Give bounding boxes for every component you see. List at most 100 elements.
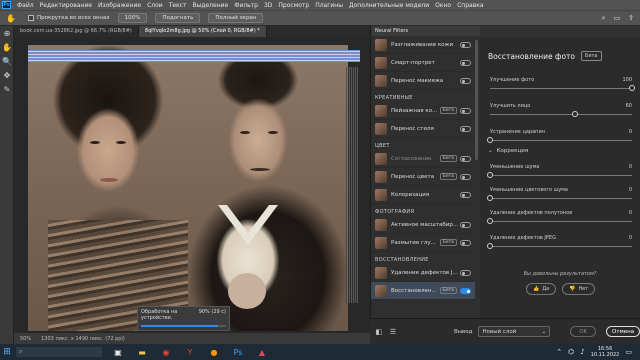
menu-item-8[interactable]: Просмотр bbox=[275, 2, 312, 9]
notifications-icon[interactable]: ▭ bbox=[625, 348, 632, 356]
workspace-icon[interactable]: ▭ bbox=[614, 14, 621, 23]
filter-row[interactable]: Размытие глу... Бета bbox=[371, 234, 475, 252]
slider-track[interactable] bbox=[490, 111, 632, 117]
correction-section[interactable]: ⌄ Коррекция bbox=[488, 148, 528, 154]
explorer-icon[interactable]: ▬ bbox=[134, 344, 150, 360]
share-icon[interactable]: ⇪ bbox=[628, 14, 634, 23]
filter-row[interactable]: Разглаживание кожи bbox=[371, 36, 475, 54]
network-icon[interactable]: ⌬ bbox=[568, 348, 574, 356]
tray-up-icon[interactable]: ⌃ bbox=[556, 348, 562, 356]
filter-row[interactable]: Перенос цвета Бета bbox=[371, 168, 475, 186]
filter-row[interactable]: Восстановлен... Бета bbox=[371, 282, 475, 300]
menu-item-4[interactable]: Текст bbox=[166, 2, 190, 9]
menu-item-12[interactable]: Справка bbox=[454, 2, 486, 9]
filter-toggle[interactable] bbox=[460, 173, 471, 180]
filter-row[interactable]: Удаление дефектов J... bbox=[371, 264, 475, 282]
filter-toggle[interactable] bbox=[460, 287, 471, 294]
filter-row[interactable]: Пейзажная ко... Бета bbox=[371, 102, 475, 120]
slider-handle[interactable] bbox=[487, 137, 493, 143]
slider[interactable]: Удаление дефектов JPEG 0 bbox=[487, 235, 632, 249]
canvas-area[interactable] bbox=[14, 37, 370, 333]
taskbar-search[interactable]: ⌕ bbox=[16, 347, 102, 357]
add-icon[interactable]: ⊕ bbox=[0, 26, 14, 40]
filter-row[interactable]: Активное масштабир... bbox=[371, 216, 475, 234]
menu-item-7[interactable]: 3D bbox=[261, 2, 275, 9]
menu-item-6[interactable]: Фильтр bbox=[231, 2, 261, 9]
filter-row[interactable]: Смарт-портрет bbox=[371, 54, 475, 72]
filter-toggle[interactable] bbox=[460, 77, 471, 84]
windows-start-icon[interactable]: ⊞ bbox=[0, 344, 14, 360]
yandex-icon[interactable]: Y bbox=[182, 344, 198, 360]
menu-item-11[interactable]: Окно bbox=[432, 2, 454, 9]
zoom-icon[interactable]: 🔍 bbox=[0, 54, 14, 68]
filter-toggle[interactable] bbox=[460, 125, 471, 132]
slider[interactable]: Уменьшение цветового шума 0 bbox=[487, 187, 632, 201]
slider-label: Уменьшение цветового шума bbox=[490, 187, 568, 193]
hand-tool-icon[interactable]: ✋ bbox=[4, 12, 18, 24]
clock[interactable]: 16:56 10.11.2022 bbox=[591, 346, 620, 358]
filter-toggle[interactable] bbox=[460, 59, 471, 66]
slider-track[interactable] bbox=[487, 243, 632, 249]
hand-icon[interactable]: ✋ bbox=[0, 40, 14, 54]
filter-toggle[interactable] bbox=[460, 41, 471, 48]
move-icon[interactable]: ✥ bbox=[0, 68, 14, 82]
task-view-icon[interactable]: ▣ bbox=[110, 344, 126, 360]
slider-handle[interactable] bbox=[487, 172, 493, 178]
filter-toggle[interactable] bbox=[460, 155, 471, 162]
zoom-level[interactable]: 50% bbox=[20, 336, 31, 342]
zoom-100-button[interactable]: 100% bbox=[117, 13, 148, 23]
menu-item-2[interactable]: Изображение bbox=[95, 2, 144, 9]
menu-item-3[interactable]: Слои bbox=[144, 2, 166, 9]
filters-scrollbar[interactable] bbox=[475, 40, 478, 160]
fullscreen-button[interactable]: Полный экран bbox=[208, 13, 264, 23]
cancel-button[interactable]: Отмена bbox=[606, 326, 640, 337]
filter-row[interactable]: Перенос макияжа bbox=[371, 72, 475, 90]
slider-track[interactable] bbox=[487, 218, 632, 224]
filter-row[interactable]: Согласование Бета bbox=[371, 150, 475, 168]
tab-document-2[interactable]: 8qlYvqIo2m8g.jpg @ 50% (Слой 0, RGB/8#) … bbox=[138, 26, 267, 37]
slider[interactable]: Устранение царапин 0 bbox=[487, 129, 632, 143]
slider[interactable]: Удаление дефектов полутонов 0 bbox=[487, 210, 632, 224]
slider-handle[interactable] bbox=[487, 218, 493, 224]
search-icon: ⌕ bbox=[19, 348, 23, 355]
layers-icon[interactable]: ☰ bbox=[388, 328, 398, 336]
feedback-no-button[interactable]: 👎 Нет bbox=[562, 283, 596, 295]
slider[interactable]: Уменьшение шума 0 bbox=[487, 164, 632, 178]
slider-handle[interactable] bbox=[572, 111, 579, 117]
filter-toggle[interactable] bbox=[460, 269, 471, 276]
scroll-all-checkbox[interactable] bbox=[28, 15, 34, 21]
filter-toggle[interactable] bbox=[460, 239, 471, 246]
preview-toggle-icon[interactable]: ◧ bbox=[374, 328, 384, 336]
filter-toggle[interactable] bbox=[460, 221, 471, 228]
tab-document-1[interactable]: book.com.ua-352862.jpg @ 66,7% (RGB/8#) bbox=[14, 26, 139, 37]
slider-handle[interactable] bbox=[487, 195, 493, 201]
menu-item-0[interactable]: Файл bbox=[14, 2, 37, 9]
output-select[interactable]: Новый слой ⌄ bbox=[478, 326, 551, 337]
slider-track[interactable] bbox=[487, 137, 632, 143]
acrobat-icon[interactable]: ▲ bbox=[254, 344, 270, 360]
filter-toggle[interactable] bbox=[460, 191, 471, 198]
photoshop-icon[interactable]: Ps bbox=[230, 344, 246, 360]
chrome-icon[interactable]: ◉ bbox=[158, 344, 174, 360]
filter-toggle[interactable] bbox=[460, 107, 471, 114]
brush-icon[interactable]: ✎ bbox=[0, 82, 14, 96]
search-icon[interactable]: ⌕ bbox=[602, 14, 606, 23]
slider[interactable]: Улучшение фото 100 bbox=[490, 77, 635, 91]
fit-screen-button[interactable]: Подогнать bbox=[155, 13, 201, 23]
slider-track[interactable] bbox=[487, 172, 632, 178]
slider-handle[interactable] bbox=[629, 85, 635, 91]
ok-button[interactable]: OK bbox=[570, 326, 597, 337]
slider-track[interactable] bbox=[487, 195, 632, 201]
slider-handle[interactable] bbox=[487, 243, 493, 249]
volume-icon[interactable]: ♪ bbox=[580, 348, 584, 356]
slider-track[interactable] bbox=[490, 85, 635, 91]
feedback-yes-button[interactable]: 👍 Да bbox=[526, 283, 557, 295]
firefox-icon[interactable]: ● bbox=[206, 344, 222, 360]
menu-item-5[interactable]: Выделение bbox=[189, 2, 231, 9]
filter-row[interactable]: Перенос стиля bbox=[371, 120, 475, 138]
menu-item-10[interactable]: Дополнительные модели bbox=[346, 2, 432, 9]
filter-row[interactable]: Колоризация bbox=[371, 186, 475, 204]
menu-item-1[interactable]: Редактирование bbox=[37, 2, 95, 9]
slider[interactable]: Улучшить лицо 60 bbox=[490, 103, 632, 117]
menu-item-9[interactable]: Плагины bbox=[312, 2, 346, 9]
